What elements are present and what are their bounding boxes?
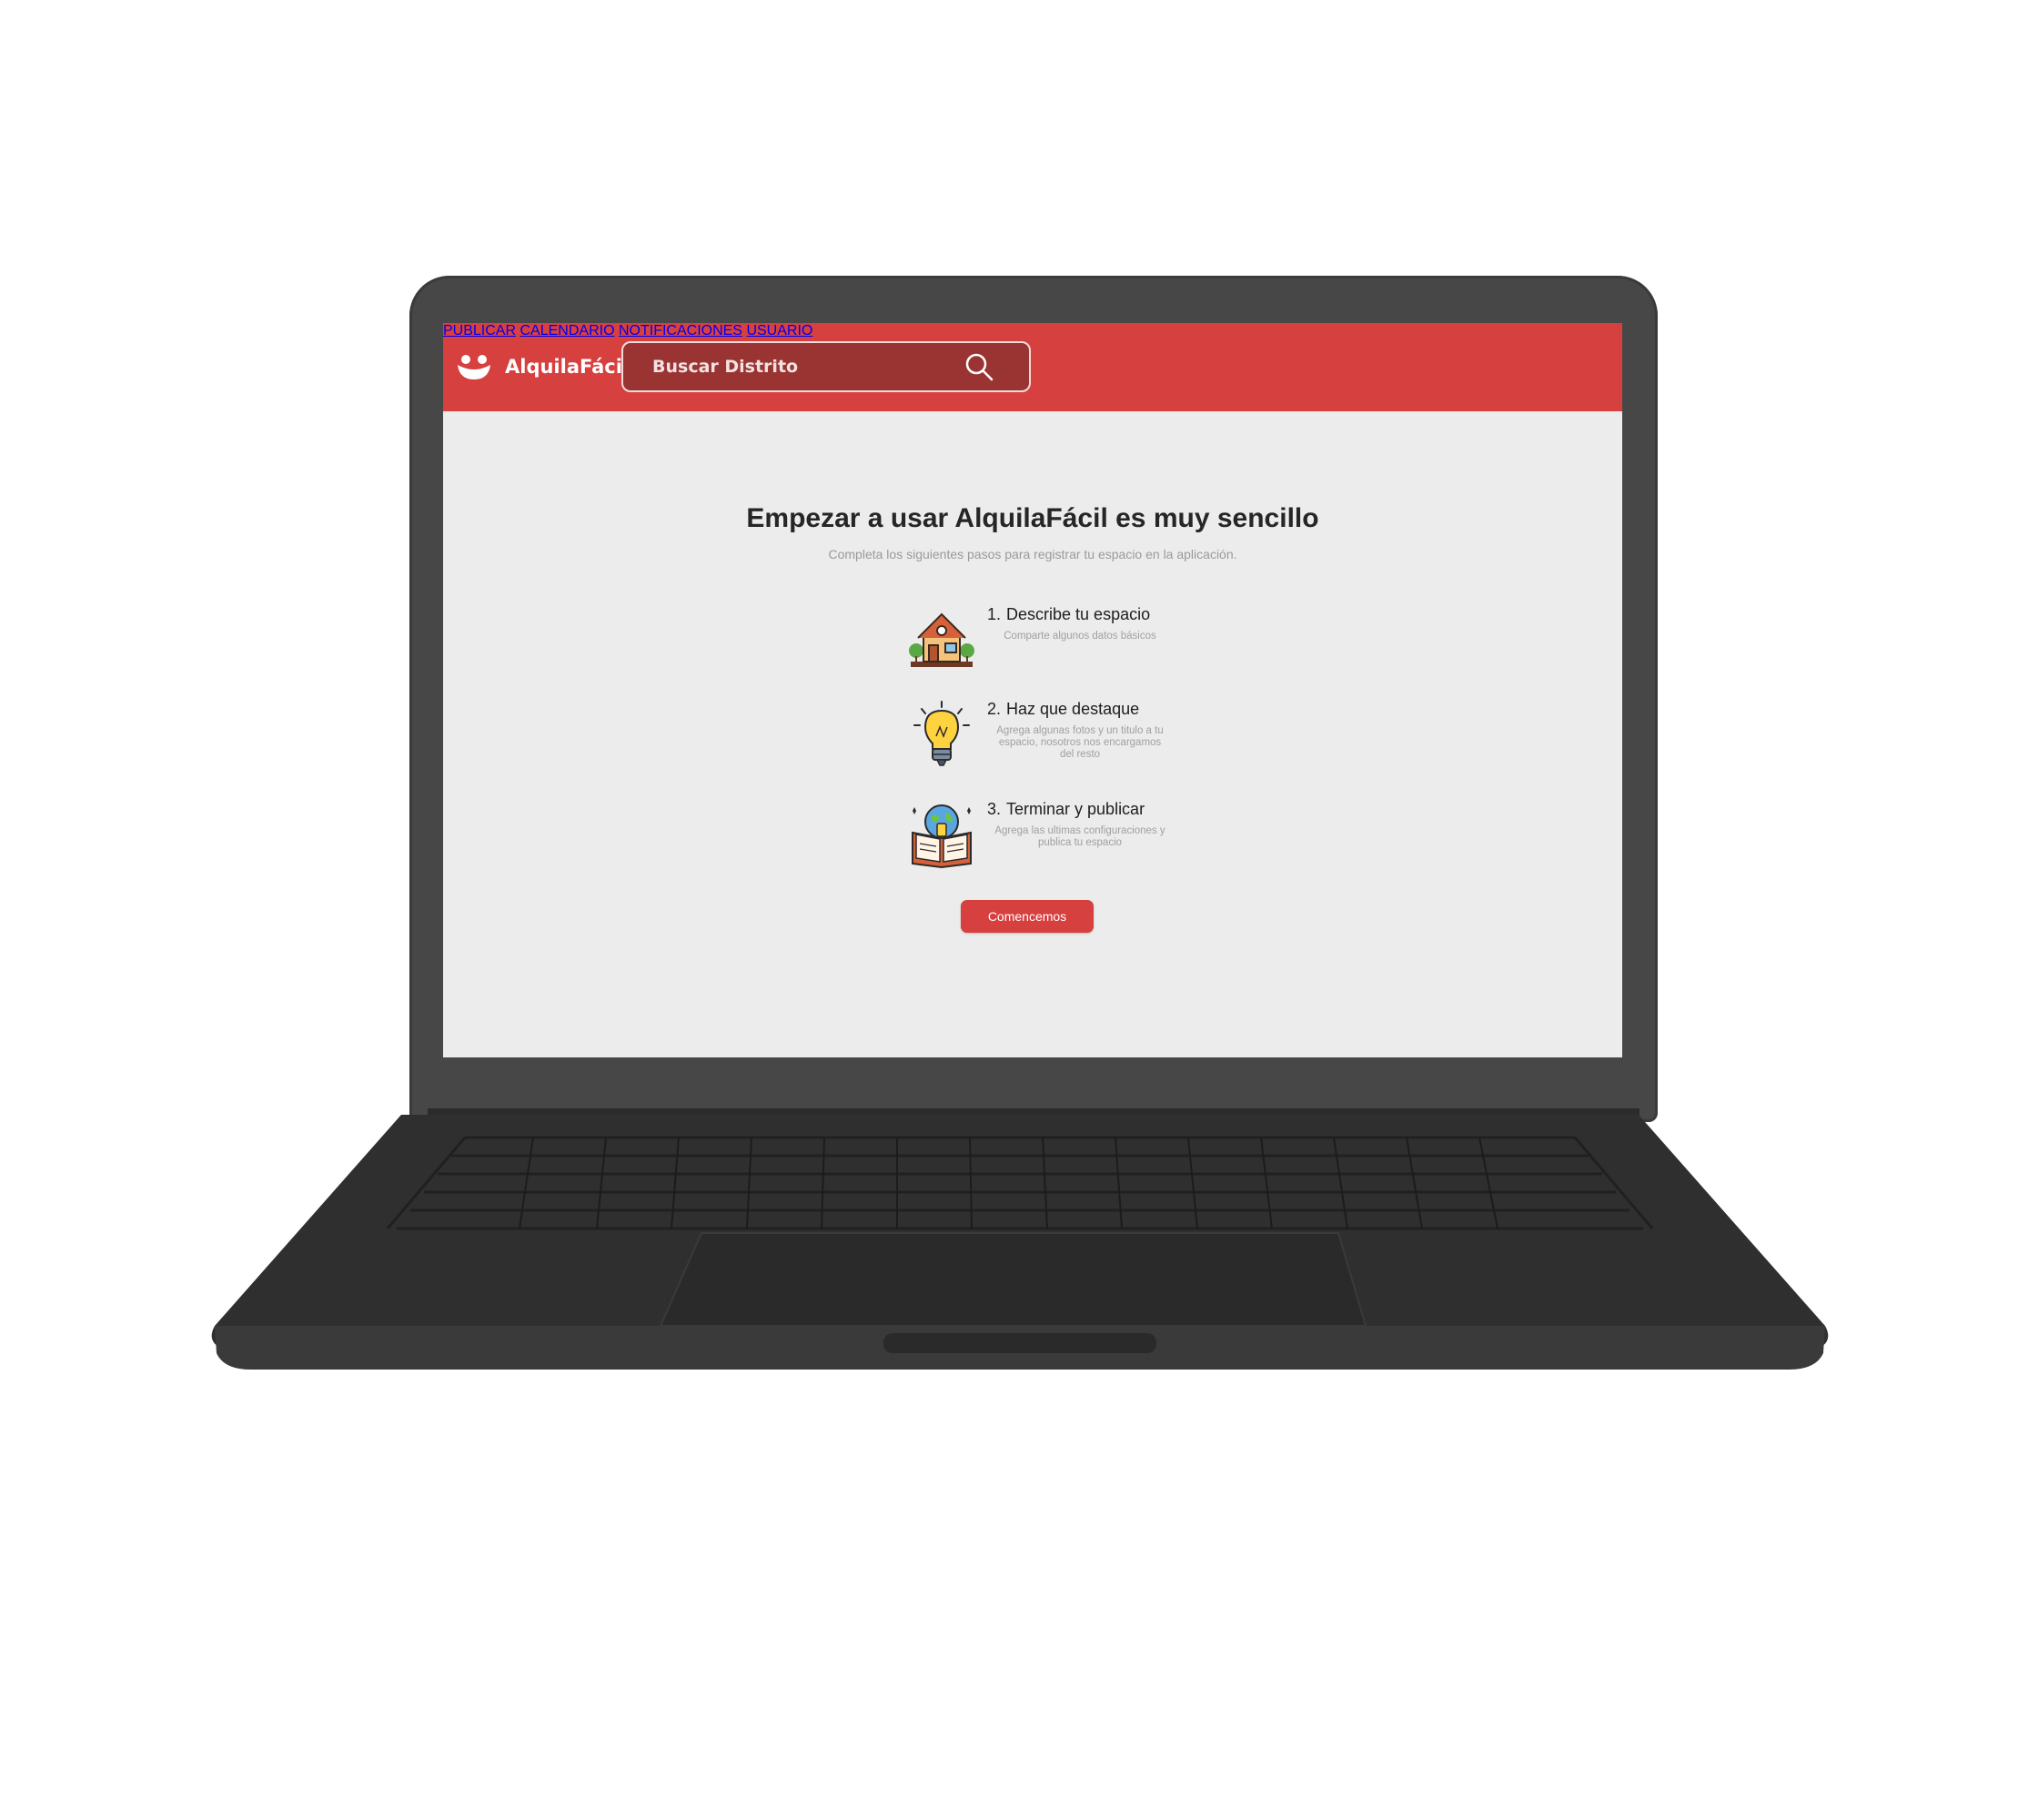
people-logo-icon: [458, 355, 490, 379]
laptop-keyboard-base: [206, 1115, 1834, 1379]
search-icon[interactable]: [964, 351, 994, 382]
nav-calendario[interactable]: CALENDARIO: [520, 323, 614, 339]
house-icon: [909, 612, 974, 667]
step-2: 2. Haz que destaque Agrega algunas fotos …: [907, 700, 1164, 782]
brand-logo[interactable]: AlquilaFácil: [456, 350, 629, 383]
start-button[interactable]: Comencemos: [961, 900, 1094, 933]
nav-usuario[interactable]: USUARIO: [746, 323, 812, 339]
step-number: 2.: [987, 700, 1002, 718]
nav-publicar[interactable]: PUBLICAR: [443, 323, 516, 339]
step-description: Comparte algunos datos básicos: [1004, 631, 1156, 642]
step-number: 1.: [987, 605, 1002, 623]
nav-notificaciones[interactable]: NOTIFICACIONES: [619, 323, 742, 339]
step-3: 3. Terminar y publicar Agrega las ultimas…: [907, 800, 1165, 882]
brand-name: AlquilaFácil: [505, 356, 630, 378]
globe-book-icon: [912, 804, 972, 869]
search-input[interactable]: [623, 356, 964, 378]
step-description: Agrega las ultimas configuraciones y pub…: [994, 825, 1165, 848]
step-title: Terminar y publicar: [1006, 800, 1145, 818]
search-box: [621, 341, 1031, 392]
lightbulb-icon: [913, 701, 970, 766]
page-subtitle: Completa los siguientes pasos para regis…: [828, 547, 1237, 561]
page-title: Empezar a usar AlquilaFácil es muy senci…: [746, 503, 1319, 533]
step-title: Haz que destaque: [1006, 700, 1140, 718]
step-title: Describe tu espacio: [1006, 605, 1151, 623]
step-number: 3.: [987, 800, 1002, 818]
step-1: 1. Describe tu espacio Comparte algunos d…: [907, 605, 1162, 687]
app-header: AlquilaFácil PUBLICAR CALENDARIO NOTIFIC…: [443, 323, 1622, 411]
screen: AlquilaFácil PUBLICAR CALENDARIO NOTIFIC…: [443, 323, 1622, 1057]
step-description: Agrega algunas fotos y un titulo a tu es…: [996, 725, 1164, 760]
